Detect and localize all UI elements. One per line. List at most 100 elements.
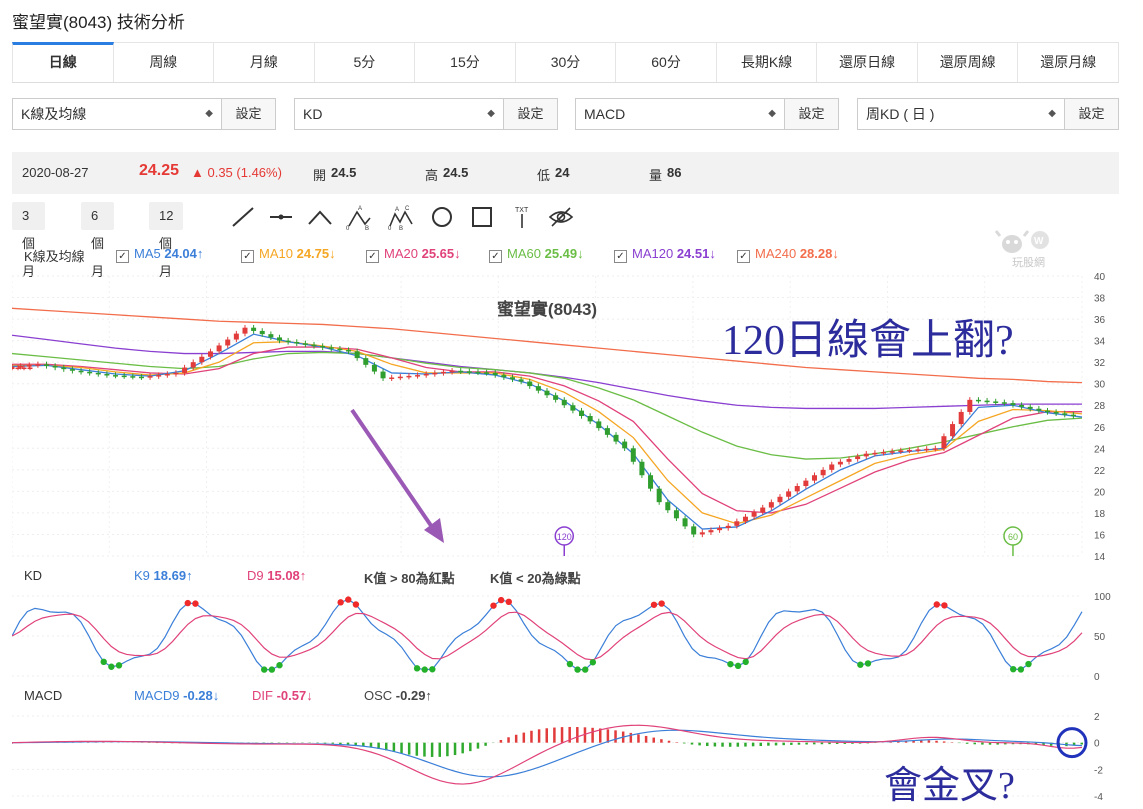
abc-pattern-icon[interactable]: A0B <box>346 204 372 230</box>
candle-body <box>104 374 109 376</box>
range-6m-button[interactable]: 6 個月 <box>81 202 114 230</box>
quote-change: ▲ 0.35 (1.46%) <box>191 165 282 180</box>
settings-button-4[interactable]: 設定 <box>1065 98 1119 130</box>
price-tick-label: 22 <box>1094 466 1106 477</box>
candle-body <box>717 528 722 530</box>
tab-5min[interactable]: 5分 <box>315 42 416 82</box>
candle-body <box>139 377 144 379</box>
series-line-ma20 <box>12 347 1082 513</box>
tab-15min[interactable]: 15分 <box>415 42 516 82</box>
candle-body <box>752 512 757 517</box>
price-tick-label: 30 <box>1094 380 1106 391</box>
candle-body <box>553 395 558 400</box>
tab-adjusted-monthly[interactable]: 還原月線 <box>1018 42 1119 82</box>
candle-body <box>329 347 334 349</box>
indicator-select-3[interactable]: MACD◆ <box>575 98 785 130</box>
indicator-selectors: K線及均線◆ 設定 KD◆ 設定 MACD◆ 設定 周KD ( 日 )◆ 設定 <box>12 98 1119 132</box>
tab-60min[interactable]: 60分 <box>616 42 717 82</box>
kd-chart[interactable]: 050100 <box>12 588 1127 684</box>
hide-eye-icon[interactable] <box>548 204 574 230</box>
ma5-name: MA5 <box>134 246 161 261</box>
tab-daily[interactable]: 日線 <box>12 42 114 82</box>
candle-body <box>96 373 101 375</box>
tab-monthly[interactable]: 月線 <box>214 42 315 82</box>
candle-body <box>907 450 912 452</box>
ma60-legend[interactable]: ✓MA60 25.49↓ <box>489 246 584 263</box>
tab-adjusted-daily[interactable]: 還原日線 <box>817 42 918 82</box>
candle-body <box>872 453 877 455</box>
osc-bar <box>668 741 671 743</box>
kd-overbought-dot <box>941 602 947 608</box>
d9-name: D9 <box>247 568 264 583</box>
price-tick-label: 26 <box>1094 423 1106 434</box>
osc-bar <box>431 743 434 757</box>
candle-body <box>424 374 429 376</box>
candle-body <box>1002 402 1007 404</box>
abcd-pattern-icon[interactable]: AC0B <box>388 204 414 230</box>
select-arrow-icon: ◆ <box>205 99 213 129</box>
ma20-name: MA20 <box>384 246 418 261</box>
ma240-legend[interactable]: ✓MA240 28.28↓ <box>737 246 839 263</box>
indicator-select-4[interactable]: 周KD ( 日 )◆ <box>857 98 1065 130</box>
macd-tick-label: -4 <box>1094 792 1103 802</box>
price-tick-label: 32 <box>1094 358 1106 369</box>
candle-body <box>1036 409 1041 411</box>
rectangle-tool-icon[interactable] <box>469 204 495 230</box>
svg-text:A: A <box>395 207 399 213</box>
candle-body <box>16 368 21 370</box>
svg-text:A: A <box>358 206 362 212</box>
settings-button-1[interactable]: 設定 <box>222 98 276 130</box>
kd-overbought-dot <box>192 600 198 606</box>
candle-body <box>519 379 524 381</box>
circle-tool-icon[interactable] <box>429 204 455 230</box>
candle-body <box>950 424 955 436</box>
candle-body <box>398 377 403 379</box>
kd-overbought-dot <box>498 597 504 603</box>
ma120-value: 24.51↓ <box>677 246 716 261</box>
indicator-select-2[interactable]: KD◆ <box>294 98 504 130</box>
candle-body <box>1045 411 1050 413</box>
svg-text:B: B <box>399 226 403 230</box>
checkbox-icon: ✓ <box>116 250 129 263</box>
candle-body <box>441 372 446 374</box>
period-tabs: 日線 周線 月線 5分 15分 30分 60分 長期K線 還原日線 還原周線 還… <box>12 42 1119 83</box>
candle-body <box>657 489 662 502</box>
candle-body <box>622 442 627 449</box>
settings-button-3[interactable]: 設定 <box>785 98 839 130</box>
candle-body <box>130 376 135 378</box>
ma60-value: 25.49↓ <box>545 246 584 261</box>
candle-body <box>536 386 541 391</box>
candle-body <box>148 376 153 378</box>
osc-bar <box>805 743 808 745</box>
osc-bar <box>729 743 732 747</box>
macd9-value: -0.28↓ <box>183 688 219 703</box>
ma10-legend[interactable]: ✓MA10 24.75↓ <box>241 246 336 263</box>
indicator-select-1[interactable]: K線及均線◆ <box>12 98 222 130</box>
osc-bar <box>324 743 327 744</box>
candle-body <box>708 530 713 532</box>
candle-body <box>812 475 817 480</box>
ma5-legend[interactable]: ✓MA5 24.04↑ <box>116 246 203 263</box>
dif-value: -0.57↓ <box>277 688 313 703</box>
tab-30min[interactable]: 30分 <box>516 42 617 82</box>
horizontal-line-tool-icon[interactable] <box>268 204 294 230</box>
osc-bar <box>515 735 518 743</box>
osc-bar <box>538 729 541 742</box>
osc-bar <box>416 743 419 756</box>
candle-body <box>967 400 972 412</box>
tab-adjusted-weekly[interactable]: 還原周線 <box>918 42 1019 82</box>
candle-body <box>933 448 938 450</box>
settings-button-2[interactable]: 設定 <box>504 98 558 130</box>
angle-tool-icon[interactable] <box>307 204 333 230</box>
candle-body <box>760 508 765 513</box>
watermark-logo: W 玩股網 <box>994 228 1054 268</box>
range-12m-button[interactable]: 12 個月 <box>149 202 183 230</box>
osc-bar <box>546 728 549 742</box>
tab-weekly[interactable]: 周線 <box>114 42 215 82</box>
ma120-legend[interactable]: ✓MA120 24.51↓ <box>614 246 716 263</box>
text-tool-icon[interactable]: TXT <box>509 204 535 230</box>
tab-long-term[interactable]: 長期K線 <box>717 42 818 82</box>
range-3m-button[interactable]: 3 個月 <box>12 202 45 230</box>
ma20-legend[interactable]: ✓MA20 25.65↓ <box>366 246 461 263</box>
line-tool-icon[interactable] <box>230 204 256 230</box>
